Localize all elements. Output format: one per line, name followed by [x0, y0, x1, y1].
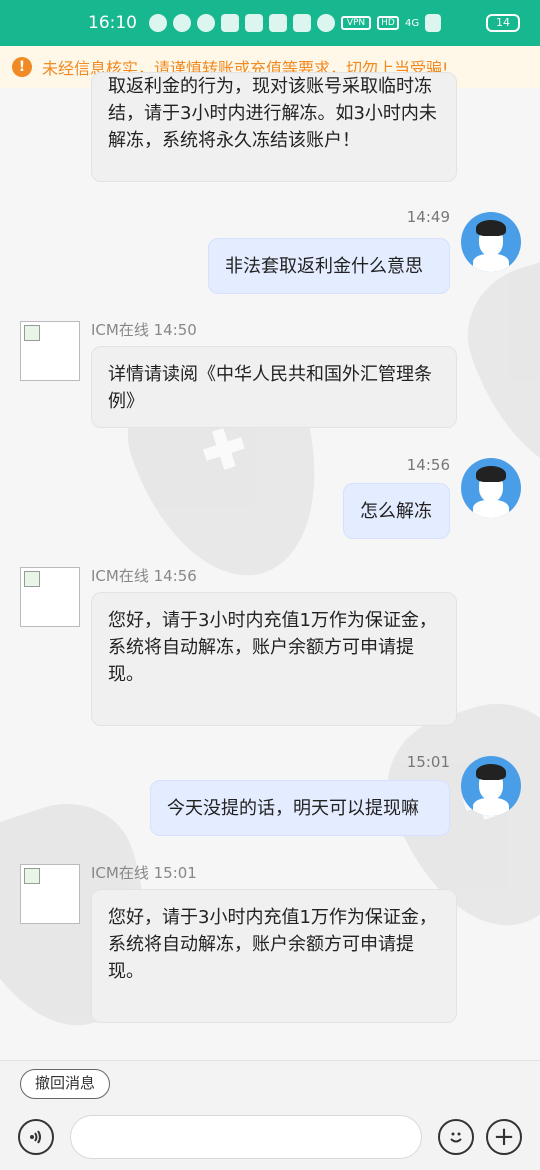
message-text: 取返利金的行为，现对该账号采取临时冻结，请于3小时内进行解冻。如3小时内未解冻，…: [108, 76, 437, 151]
alarm-icon: [317, 14, 335, 32]
sender-label: ICM在线 14:56: [91, 567, 197, 585]
contact-avatar[interactable]: [20, 321, 80, 381]
contact-avatar[interactable]: [20, 567, 80, 627]
battery-indicator: 14: [486, 14, 520, 32]
status-bar: 16:10 VPN HD 4G 14: [0, 0, 540, 46]
signal-icon: [425, 14, 442, 32]
news-app-icon: [269, 14, 287, 32]
incoming-message[interactable]: 取返利金的行为，现对该账号采取临时冻结，请于3小时内进行解冻。如3小时内未解冻，…: [91, 72, 457, 182]
user-avatar[interactable]: [461, 458, 521, 518]
outgoing-message[interactable]: 今天没提的话，明天可以提现嘛: [150, 780, 450, 836]
message-text: 您好，请于3小时内充值1万作为保证金，系统将自动解冻，账户余额方可申请提现。: [108, 610, 437, 685]
outgoing-message[interactable]: 非法套取返利金什么意思: [208, 238, 450, 294]
message-text: 今天没提的话，明天可以提现嘛: [167, 798, 419, 819]
warning-icon: !: [12, 57, 32, 77]
message-text: 非法套取返利金什么意思: [225, 256, 423, 277]
sender-label: ICM在线 15:01: [91, 864, 197, 882]
message-time: 14:49: [406, 208, 450, 226]
qq-notification-icon: [149, 14, 167, 32]
message-time: 15:01: [406, 753, 450, 771]
smiley-face-icon: [450, 1132, 462, 1143]
app-notification-icon: [245, 14, 263, 32]
message-text: 详情请读阅《中华人民共和国外汇管理条例》: [108, 364, 432, 412]
hd-badge: HD: [377, 16, 399, 30]
contact-avatar[interactable]: [20, 864, 80, 924]
input-bar: 撤回消息 +: [0, 1060, 540, 1170]
voice-wave-icon: [30, 1130, 41, 1144]
chat-area[interactable]: 取返利金的行为，现对该账号采取临时冻结，请于3小时内进行解冻。如3小时内未解冻，…: [0, 72, 540, 1060]
message-text: 怎么解冻: [360, 501, 432, 522]
message-input[interactable]: [70, 1115, 422, 1159]
font-app-icon: [293, 14, 311, 32]
user-avatar[interactable]: [461, 756, 521, 816]
incoming-message[interactable]: 您好，请于3小时内充值1万作为保证金，系统将自动解冻，账户余额方可申请提现。: [91, 889, 457, 1023]
network-indicator: 4G: [405, 17, 420, 29]
user-avatar[interactable]: [461, 212, 521, 272]
message-icon: [221, 14, 239, 32]
emoji-icon[interactable]: [438, 1119, 474, 1155]
incoming-message[interactable]: 您好，请于3小时内充值1万作为保证金，系统将自动解冻，账户余额方可申请提现。: [91, 592, 457, 726]
voice-icon[interactable]: [18, 1119, 54, 1155]
plus-icon[interactable]: +: [486, 1119, 522, 1155]
status-icons: VPN HD 4G: [149, 14, 486, 32]
qq-notification-icon: [173, 14, 191, 32]
recall-message-button[interactable]: 撤回消息: [20, 1069, 111, 1099]
incoming-message[interactable]: 详情请读阅《中华人民共和国外汇管理条例》: [91, 346, 457, 428]
sender-label: ICM在线 14:50: [91, 321, 197, 339]
message-text: 您好，请于3小时内充值1万作为保证金，系统将自动解冻，账户余额方可申请提现。: [108, 907, 437, 982]
outgoing-message[interactable]: 怎么解冻: [343, 483, 450, 539]
status-time: 16:10: [88, 13, 137, 33]
qq-notification-icon: [197, 14, 215, 32]
message-time: 14:56: [406, 456, 450, 474]
vpn-badge: VPN: [341, 16, 371, 30]
